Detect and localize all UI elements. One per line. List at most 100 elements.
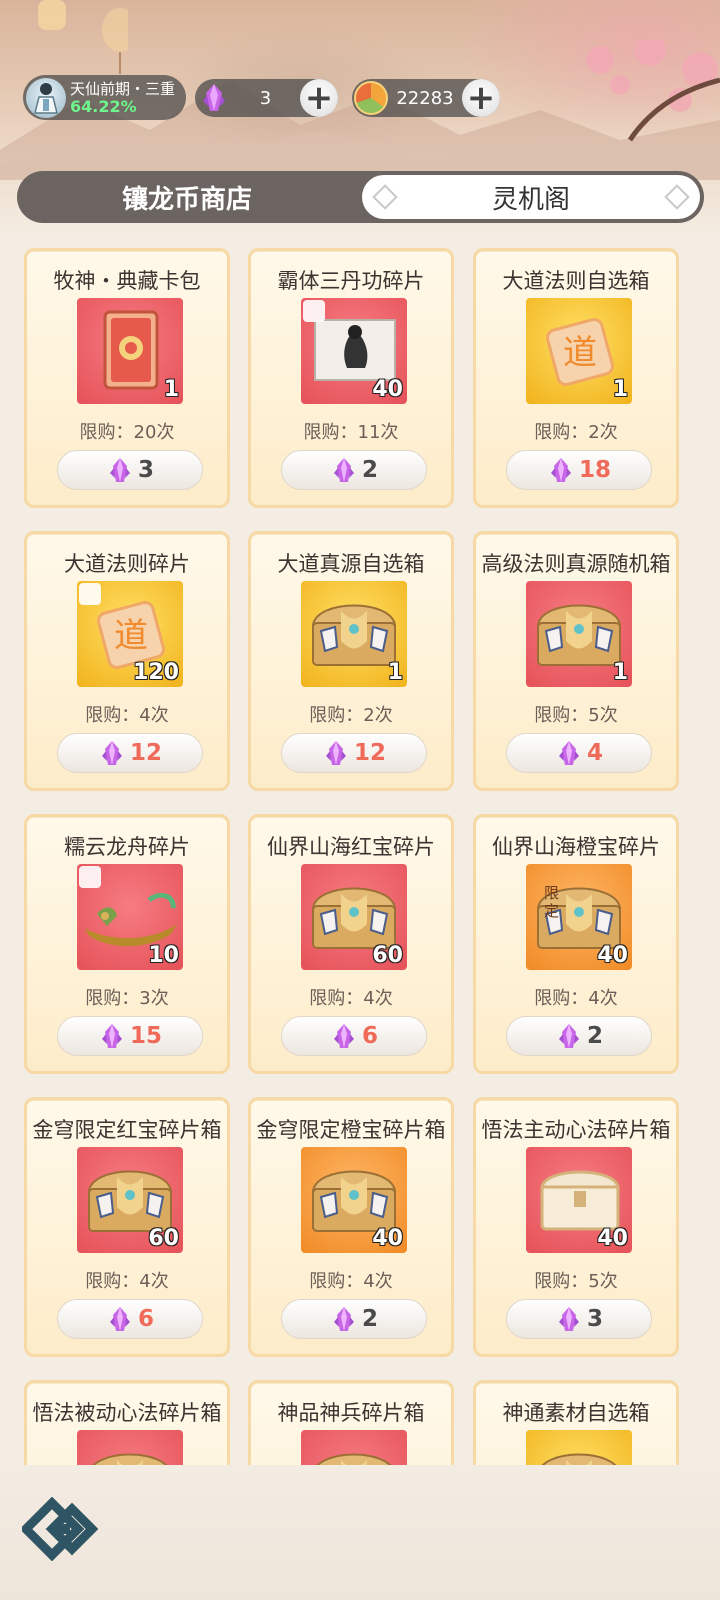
realm-status[interactable]: 天仙前期・三重 64.22% [23, 75, 186, 120]
tab-label: 灵机阁 [491, 184, 570, 215]
price-value: 12 [353, 740, 386, 766]
tab-lingji-pavilion[interactable]: 灵机阁 [362, 175, 700, 219]
shop-item-card[interactable]: 大道法则自选箱道 1 限购：2次 18 [473, 248, 679, 508]
price-value: 6 [137, 1306, 154, 1332]
price-value: 15 [129, 1023, 162, 1049]
dragon-boat-fragment-icon[interactable]: 10 [77, 864, 183, 970]
limited-chest-icon[interactable]: 限定 40 [526, 864, 632, 970]
treasure-chest-icon[interactable]: 60 [301, 864, 407, 970]
purple-crystal-icon [333, 458, 354, 482]
white-chest-icon[interactable]: 40 [526, 1147, 632, 1253]
buy-button[interactable]: 3 [506, 1299, 652, 1339]
shop-item-card[interactable]: 神通素材自选箱 [473, 1380, 679, 1465]
price-value: 6 [361, 1023, 378, 1049]
tab-dragon-coin-shop[interactable]: 镶龙币商店 [17, 171, 357, 223]
shop-item-card[interactable]: 神品神兵碎片箱 [248, 1380, 454, 1465]
buy-button[interactable]: 12 [57, 733, 203, 773]
diamond-ornament-icon [372, 184, 398, 210]
shop-item-card[interactable]: 大道法则碎片道 120 限购：4次 12 [24, 531, 230, 791]
buy-button[interactable]: 15 [57, 1016, 203, 1056]
buy-button[interactable]: 6 [281, 1016, 427, 1056]
shop-item-card[interactable]: 高级法则真源随机箱 1 限购：5次 4 [473, 531, 679, 791]
buy-button[interactable]: 3 [57, 450, 203, 490]
purchase-limit: 限购：4次 [534, 988, 618, 1009]
purple-crystal-icon [101, 1024, 122, 1048]
buy-button[interactable]: 2 [506, 1016, 652, 1056]
cultivator-avatar-icon [34, 82, 58, 114]
puzzle-piece-icon [303, 300, 325, 322]
shop-item-card[interactable]: 大道真源自选箱 1 限购：2次 12 [248, 531, 454, 791]
dao-fragment-icon[interactable]: 道 120 [77, 581, 183, 687]
puzzle-piece-icon [79, 583, 101, 605]
item-count: 40 [597, 943, 628, 968]
shop-item-card[interactable]: 悟法主动心法碎片箱 40 限购：5次 3 [473, 1097, 679, 1357]
treasure-chest-icon[interactable]: 40 [301, 1147, 407, 1253]
purchase-limit: 限购：4次 [85, 1271, 169, 1292]
scroll-fragment-icon[interactable]: 40 [301, 298, 407, 404]
purple-crystal-icon [101, 741, 122, 765]
shop-item-card[interactable]: 糯云龙舟碎片 10 限购：3次 15 [24, 814, 230, 1074]
coin-currency: 22283 + [352, 79, 500, 117]
purchase-limit: 限购：4次 [309, 1271, 393, 1292]
avatar[interactable] [26, 77, 66, 118]
puzzle-piece-icon [79, 866, 101, 888]
buy-button[interactable]: 18 [506, 450, 652, 490]
price-value: 12 [129, 740, 162, 766]
treasure-chest-icon[interactable]: 1 [526, 581, 632, 687]
item-name: 大道真源自选箱 [277, 552, 425, 576]
treasure-chest-icon[interactable] [301, 1430, 407, 1465]
purchase-limit: 限购：11次 [303, 422, 399, 443]
buy-button[interactable]: 12 [281, 733, 427, 773]
buy-button[interactable]: 4 [506, 733, 652, 773]
dao-token-icon[interactable]: 道1 [526, 298, 632, 404]
purchase-limit: 限购：4次 [309, 988, 393, 1009]
buy-button[interactable]: 2 [281, 1299, 427, 1339]
purchase-limit: 限购：2次 [534, 422, 618, 443]
buy-button[interactable]: 6 [57, 1299, 203, 1339]
shop-item-card[interactable]: 仙界山海橙宝碎片限定 40 限购：4次 2 [473, 814, 679, 1074]
treasure-chest-icon[interactable]: 60 [77, 1147, 183, 1253]
price-value: 2 [361, 457, 378, 483]
item-count: 40 [372, 1226, 403, 1251]
shop-item-card[interactable]: 金穹限定红宝碎片箱 60 限购：4次 6 [24, 1097, 230, 1357]
price-value: 3 [137, 457, 154, 483]
gem-currency: 3 + [195, 79, 338, 117]
item-count: 40 [372, 377, 403, 402]
purple-crystal-icon [333, 1307, 354, 1331]
shop-item-card[interactable]: 牧神・典藏卡包 1 限购：20次 3 [24, 248, 230, 508]
item-name: 仙界山海红宝碎片 [267, 835, 435, 859]
item-count: 120 [133, 660, 179, 685]
item-count: 60 [148, 1226, 179, 1251]
shop-tabs: 镶龙币商店 灵机阁 [17, 171, 704, 223]
purple-crystal-icon [558, 741, 579, 765]
purchase-limit: 限购：20次 [79, 422, 175, 443]
dragon-coin-icon [354, 81, 388, 115]
shop-item-card[interactable]: 金穹限定橙宝碎片箱 40 限购：4次 2 [248, 1097, 454, 1357]
purple-crystal-icon [109, 458, 130, 482]
shop-item-card[interactable]: 悟法被动心法碎片箱 [24, 1380, 230, 1465]
treasure-chest-icon[interactable] [526, 1430, 632, 1465]
coin-count: 22283 [396, 87, 454, 109]
purchase-limit: 限购：4次 [85, 705, 169, 726]
purple-crystal-icon [550, 458, 571, 482]
shop-item-card[interactable]: 仙界山海红宝碎片 60 限购：4次 6 [248, 814, 454, 1074]
item-name: 金穹限定橙宝碎片箱 [256, 1118, 446, 1142]
gem-count: 3 [259, 87, 272, 109]
shop-item-card[interactable]: 霸体三丹功碎片 40 限购：11次 2 [248, 248, 454, 508]
add-gem-button[interactable]: + [300, 79, 338, 117]
price-value: 18 [578, 457, 611, 483]
buy-button[interactable]: 2 [281, 450, 427, 490]
add-coin-button[interactable]: + [462, 79, 500, 117]
price-value: 4 [586, 740, 603, 766]
purple-crystal-icon [325, 741, 346, 765]
treasure-chest-icon[interactable] [77, 1430, 183, 1465]
card-pack-icon[interactable]: 1 [77, 298, 183, 404]
limited-tag: 限 [544, 884, 559, 902]
diamond-ornament-icon [664, 184, 690, 210]
item-name: 悟法被动心法碎片箱 [32, 1401, 222, 1425]
item-count: 60 [372, 943, 403, 968]
purchase-limit: 限购：3次 [85, 988, 169, 1009]
treasure-chest-icon[interactable]: 1 [301, 581, 407, 687]
item-count: 1 [387, 660, 403, 685]
back-arrow-icon[interactable] [22, 1497, 98, 1561]
